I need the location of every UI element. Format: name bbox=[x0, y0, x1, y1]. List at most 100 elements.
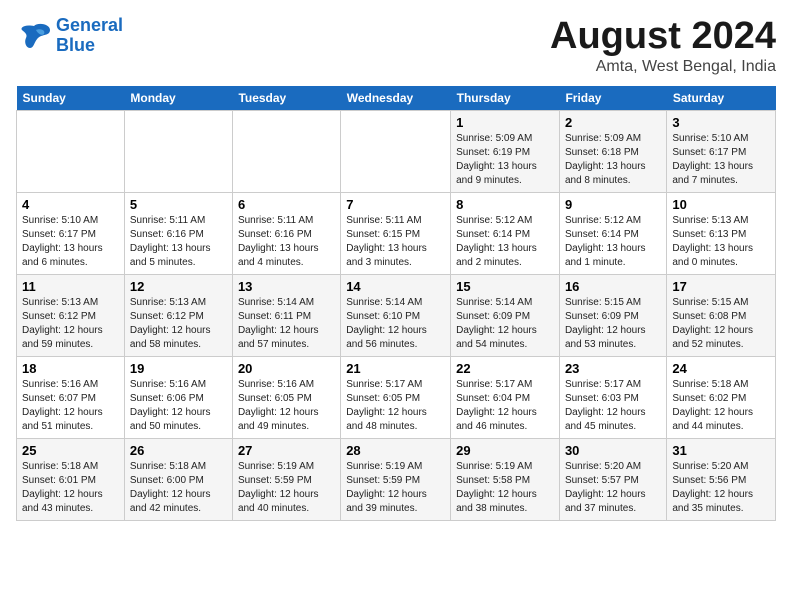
day-info: Sunrise: 5:19 AM Sunset: 5:59 PM Dayligh… bbox=[238, 460, 335, 516]
day-info: Sunrise: 5:13 AM Sunset: 6:13 PM Dayligh… bbox=[672, 214, 770, 270]
calendar-cell: 10 Sunrise: 5:13 AM Sunset: 6:13 PM Dayli… bbox=[667, 192, 776, 274]
day-number: 9 bbox=[565, 197, 661, 212]
day-number: 24 bbox=[672, 361, 770, 376]
calendar-table: SundayMondayTuesdayWednesdayThursdayFrid… bbox=[16, 86, 776, 521]
day-number: 30 bbox=[565, 443, 661, 458]
calendar-cell: 27 Sunrise: 5:19 AM Sunset: 5:59 PM Dayli… bbox=[232, 438, 340, 520]
day-number: 14 bbox=[346, 279, 445, 294]
day-info: Sunrise: 5:11 AM Sunset: 6:15 PM Dayligh… bbox=[346, 214, 445, 270]
day-info: Sunrise: 5:09 AM Sunset: 6:19 PM Dayligh… bbox=[456, 132, 554, 188]
header-saturday: Saturday bbox=[667, 86, 776, 111]
day-number: 29 bbox=[456, 443, 554, 458]
calendar-cell: 7 Sunrise: 5:11 AM Sunset: 6:15 PM Daylig… bbox=[341, 192, 451, 274]
day-number: 7 bbox=[346, 197, 445, 212]
day-info: Sunrise: 5:18 AM Sunset: 6:00 PM Dayligh… bbox=[130, 460, 227, 516]
page-title: August 2024 bbox=[550, 16, 776, 58]
logo-text: General Blue bbox=[56, 16, 123, 56]
day-number: 4 bbox=[22, 197, 119, 212]
day-info: Sunrise: 5:12 AM Sunset: 6:14 PM Dayligh… bbox=[456, 214, 554, 270]
header-friday: Friday bbox=[559, 86, 666, 111]
day-info: Sunrise: 5:11 AM Sunset: 6:16 PM Dayligh… bbox=[130, 214, 227, 270]
logo: General Blue bbox=[16, 16, 123, 56]
day-number: 21 bbox=[346, 361, 445, 376]
day-number: 16 bbox=[565, 279, 661, 294]
header-wednesday: Wednesday bbox=[341, 86, 451, 111]
calendar-cell: 8 Sunrise: 5:12 AM Sunset: 6:14 PM Daylig… bbox=[451, 192, 560, 274]
calendar-cell: 20Sunrise: 5:16 AM Sunset: 6:05 PM Dayli… bbox=[232, 356, 340, 438]
calendar-cell: 14Sunrise: 5:14 AM Sunset: 6:10 PM Dayli… bbox=[341, 274, 451, 356]
calendar-cell: 24 Sunrise: 5:18 AM Sunset: 6:02 PM Dayli… bbox=[667, 356, 776, 438]
calendar-week-row: 4 Sunrise: 5:10 AM Sunset: 6:17 PM Daylig… bbox=[17, 192, 776, 274]
calendar-cell bbox=[124, 110, 232, 192]
day-number: 2 bbox=[565, 115, 661, 130]
day-number: 18 bbox=[22, 361, 119, 376]
title-area: August 2024 Amta, West Bengal, India bbox=[550, 16, 776, 76]
day-number: 22 bbox=[456, 361, 554, 376]
calendar-cell: 13 Sunrise: 5:14 AM Sunset: 6:11 PM Dayli… bbox=[232, 274, 340, 356]
calendar-cell: 17Sunrise: 5:15 AM Sunset: 6:08 PM Dayli… bbox=[667, 274, 776, 356]
calendar-cell: 31 Sunrise: 5:20 AM Sunset: 5:56 PM Dayli… bbox=[667, 438, 776, 520]
day-info: Sunrise: 5:11 AM Sunset: 6:16 PM Dayligh… bbox=[238, 214, 335, 270]
day-info: Sunrise: 5:10 AM Sunset: 6:17 PM Dayligh… bbox=[22, 214, 119, 270]
calendar-header-row: SundayMondayTuesdayWednesdayThursdayFrid… bbox=[17, 86, 776, 111]
day-info: Sunrise: 5:16 AM Sunset: 6:07 PM Dayligh… bbox=[22, 378, 119, 434]
calendar-cell bbox=[17, 110, 125, 192]
day-info: Sunrise: 5:09 AM Sunset: 6:18 PM Dayligh… bbox=[565, 132, 661, 188]
day-info: Sunrise: 5:20 AM Sunset: 5:56 PM Dayligh… bbox=[672, 460, 770, 516]
logo-icon bbox=[16, 22, 52, 50]
day-number: 19 bbox=[130, 361, 227, 376]
day-number: 8 bbox=[456, 197, 554, 212]
day-info: Sunrise: 5:14 AM Sunset: 6:09 PM Dayligh… bbox=[456, 296, 554, 352]
day-info: Sunrise: 5:14 AM Sunset: 6:11 PM Dayligh… bbox=[238, 296, 335, 352]
calendar-cell: 15Sunrise: 5:14 AM Sunset: 6:09 PM Dayli… bbox=[451, 274, 560, 356]
calendar-cell: 2 Sunrise: 5:09 AM Sunset: 6:18 PM Daylig… bbox=[559, 110, 666, 192]
day-number: 28 bbox=[346, 443, 445, 458]
day-info: Sunrise: 5:18 AM Sunset: 6:01 PM Dayligh… bbox=[22, 460, 119, 516]
day-number: 27 bbox=[238, 443, 335, 458]
calendar-cell: 18 Sunrise: 5:16 AM Sunset: 6:07 PM Dayli… bbox=[17, 356, 125, 438]
calendar-cell bbox=[341, 110, 451, 192]
calendar-cell: 6 Sunrise: 5:11 AM Sunset: 6:16 PM Daylig… bbox=[232, 192, 340, 274]
calendar-week-row: 25 Sunrise: 5:18 AM Sunset: 6:01 PM Dayli… bbox=[17, 438, 776, 520]
day-info: Sunrise: 5:19 AM Sunset: 5:59 PM Dayligh… bbox=[346, 460, 445, 516]
day-number: 10 bbox=[672, 197, 770, 212]
page-header: General Blue August 2024 Amta, West Beng… bbox=[16, 16, 776, 76]
calendar-cell: 21 Sunrise: 5:17 AM Sunset: 6:05 PM Dayli… bbox=[341, 356, 451, 438]
day-number: 25 bbox=[22, 443, 119, 458]
calendar-cell: 28 Sunrise: 5:19 AM Sunset: 5:59 PM Dayli… bbox=[341, 438, 451, 520]
day-number: 12 bbox=[130, 279, 227, 294]
calendar-cell: 19 Sunrise: 5:16 AM Sunset: 6:06 PM Dayli… bbox=[124, 356, 232, 438]
day-info: Sunrise: 5:13 AM Sunset: 6:12 PM Dayligh… bbox=[22, 296, 119, 352]
calendar-cell bbox=[232, 110, 340, 192]
calendar-cell: 11 Sunrise: 5:13 AM Sunset: 6:12 PM Dayli… bbox=[17, 274, 125, 356]
day-number: 3 bbox=[672, 115, 770, 130]
header-thursday: Thursday bbox=[451, 86, 560, 111]
day-number: 11 bbox=[22, 279, 119, 294]
header-sunday: Sunday bbox=[17, 86, 125, 111]
day-info: Sunrise: 5:20 AM Sunset: 5:57 PM Dayligh… bbox=[565, 460, 661, 516]
page-subtitle: Amta, West Bengal, India bbox=[550, 58, 776, 76]
day-number: 31 bbox=[672, 443, 770, 458]
calendar-cell: 3Sunrise: 5:10 AM Sunset: 6:17 PM Daylig… bbox=[667, 110, 776, 192]
day-info: Sunrise: 5:13 AM Sunset: 6:12 PM Dayligh… bbox=[130, 296, 227, 352]
calendar-cell: 16 Sunrise: 5:15 AM Sunset: 6:09 PM Dayli… bbox=[559, 274, 666, 356]
day-info: Sunrise: 5:16 AM Sunset: 6:05 PM Dayligh… bbox=[238, 378, 335, 434]
day-number: 17 bbox=[672, 279, 770, 294]
calendar-cell: 23Sunrise: 5:17 AM Sunset: 6:03 PM Dayli… bbox=[559, 356, 666, 438]
calendar-cell: 4 Sunrise: 5:10 AM Sunset: 6:17 PM Daylig… bbox=[17, 192, 125, 274]
header-monday: Monday bbox=[124, 86, 232, 111]
day-info: Sunrise: 5:17 AM Sunset: 6:04 PM Dayligh… bbox=[456, 378, 554, 434]
day-info: Sunrise: 5:17 AM Sunset: 6:05 PM Dayligh… bbox=[346, 378, 445, 434]
calendar-cell: 12 Sunrise: 5:13 AM Sunset: 6:12 PM Dayli… bbox=[124, 274, 232, 356]
calendar-week-row: 18 Sunrise: 5:16 AM Sunset: 6:07 PM Dayli… bbox=[17, 356, 776, 438]
day-info: Sunrise: 5:12 AM Sunset: 6:14 PM Dayligh… bbox=[565, 214, 661, 270]
day-number: 13 bbox=[238, 279, 335, 294]
calendar-cell: 1Sunrise: 5:09 AM Sunset: 6:19 PM Daylig… bbox=[451, 110, 560, 192]
calendar-cell: 29Sunrise: 5:19 AM Sunset: 5:58 PM Dayli… bbox=[451, 438, 560, 520]
day-number: 23 bbox=[565, 361, 661, 376]
day-number: 6 bbox=[238, 197, 335, 212]
day-info: Sunrise: 5:15 AM Sunset: 6:09 PM Dayligh… bbox=[565, 296, 661, 352]
day-info: Sunrise: 5:16 AM Sunset: 6:06 PM Dayligh… bbox=[130, 378, 227, 434]
calendar-week-row: 11 Sunrise: 5:13 AM Sunset: 6:12 PM Dayli… bbox=[17, 274, 776, 356]
day-info: Sunrise: 5:18 AM Sunset: 6:02 PM Dayligh… bbox=[672, 378, 770, 434]
